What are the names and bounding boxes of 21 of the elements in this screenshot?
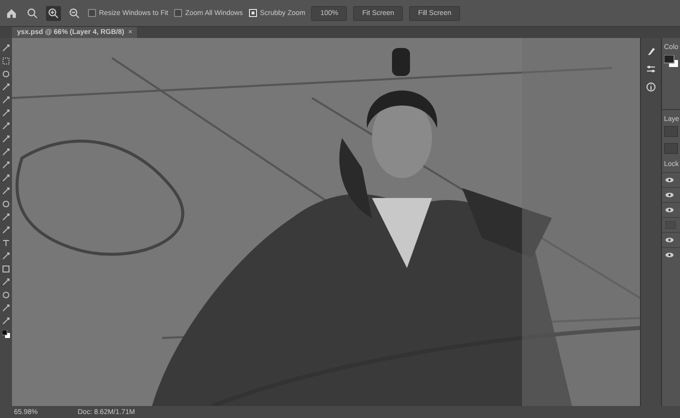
zoom-icon[interactable] — [25, 6, 40, 20]
shape-tool-icon[interactable] — [2, 265, 10, 273]
zoom-in-icon[interactable] — [46, 6, 61, 20]
checkbox[interactable] — [174, 9, 182, 17]
move-tool-icon[interactable] — [2, 44, 10, 52]
color-swatch-icon[interactable] — [2, 330, 10, 338]
marquee-tool-icon[interactable] — [2, 57, 10, 65]
info-icon[interactable] — [646, 82, 656, 92]
layer-search-field[interactable] — [664, 126, 678, 137]
eye-icon[interactable] — [665, 207, 674, 213]
adjustments-icon[interactable] — [646, 64, 656, 74]
eye-icon[interactable] — [665, 252, 674, 258]
eye-icon[interactable] — [665, 237, 674, 243]
lasso-tool-icon[interactable] — [2, 70, 10, 78]
color-swatch-icon[interactable] — [664, 55, 678, 67]
type-tool-icon[interactable] — [2, 239, 10, 247]
zoom-out-icon[interactable] — [67, 6, 82, 20]
brush-icon[interactable] — [646, 46, 656, 56]
eye-icon[interactable] — [665, 177, 674, 183]
eye-icon[interactable] — [665, 192, 674, 198]
checkbox[interactable] — [88, 9, 96, 17]
